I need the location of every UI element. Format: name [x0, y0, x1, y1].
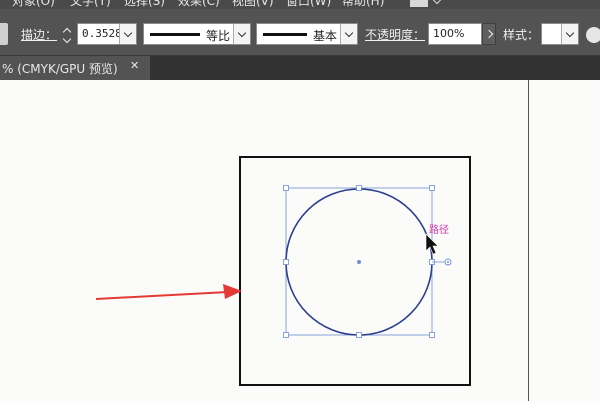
pie-widget-dot	[447, 261, 449, 263]
artboard[interactable]	[239, 156, 471, 386]
artwork-layer: 路径	[95, 156, 471, 386]
handle-middle-left[interactable]	[283, 259, 289, 265]
handle-top-left[interactable]	[283, 185, 289, 191]
handle-top-right[interactable]	[429, 185, 435, 191]
annotation-arrow-shaft	[95, 291, 229, 300]
center-point	[357, 260, 361, 264]
handle-bottom-left[interactable]	[283, 332, 289, 338]
handle-bottom-right[interactable]	[429, 332, 435, 338]
handle-bottom-center[interactable]	[356, 332, 362, 338]
smart-guide-path-label: 路径	[429, 223, 449, 236]
handle-top-center[interactable]	[356, 185, 362, 191]
